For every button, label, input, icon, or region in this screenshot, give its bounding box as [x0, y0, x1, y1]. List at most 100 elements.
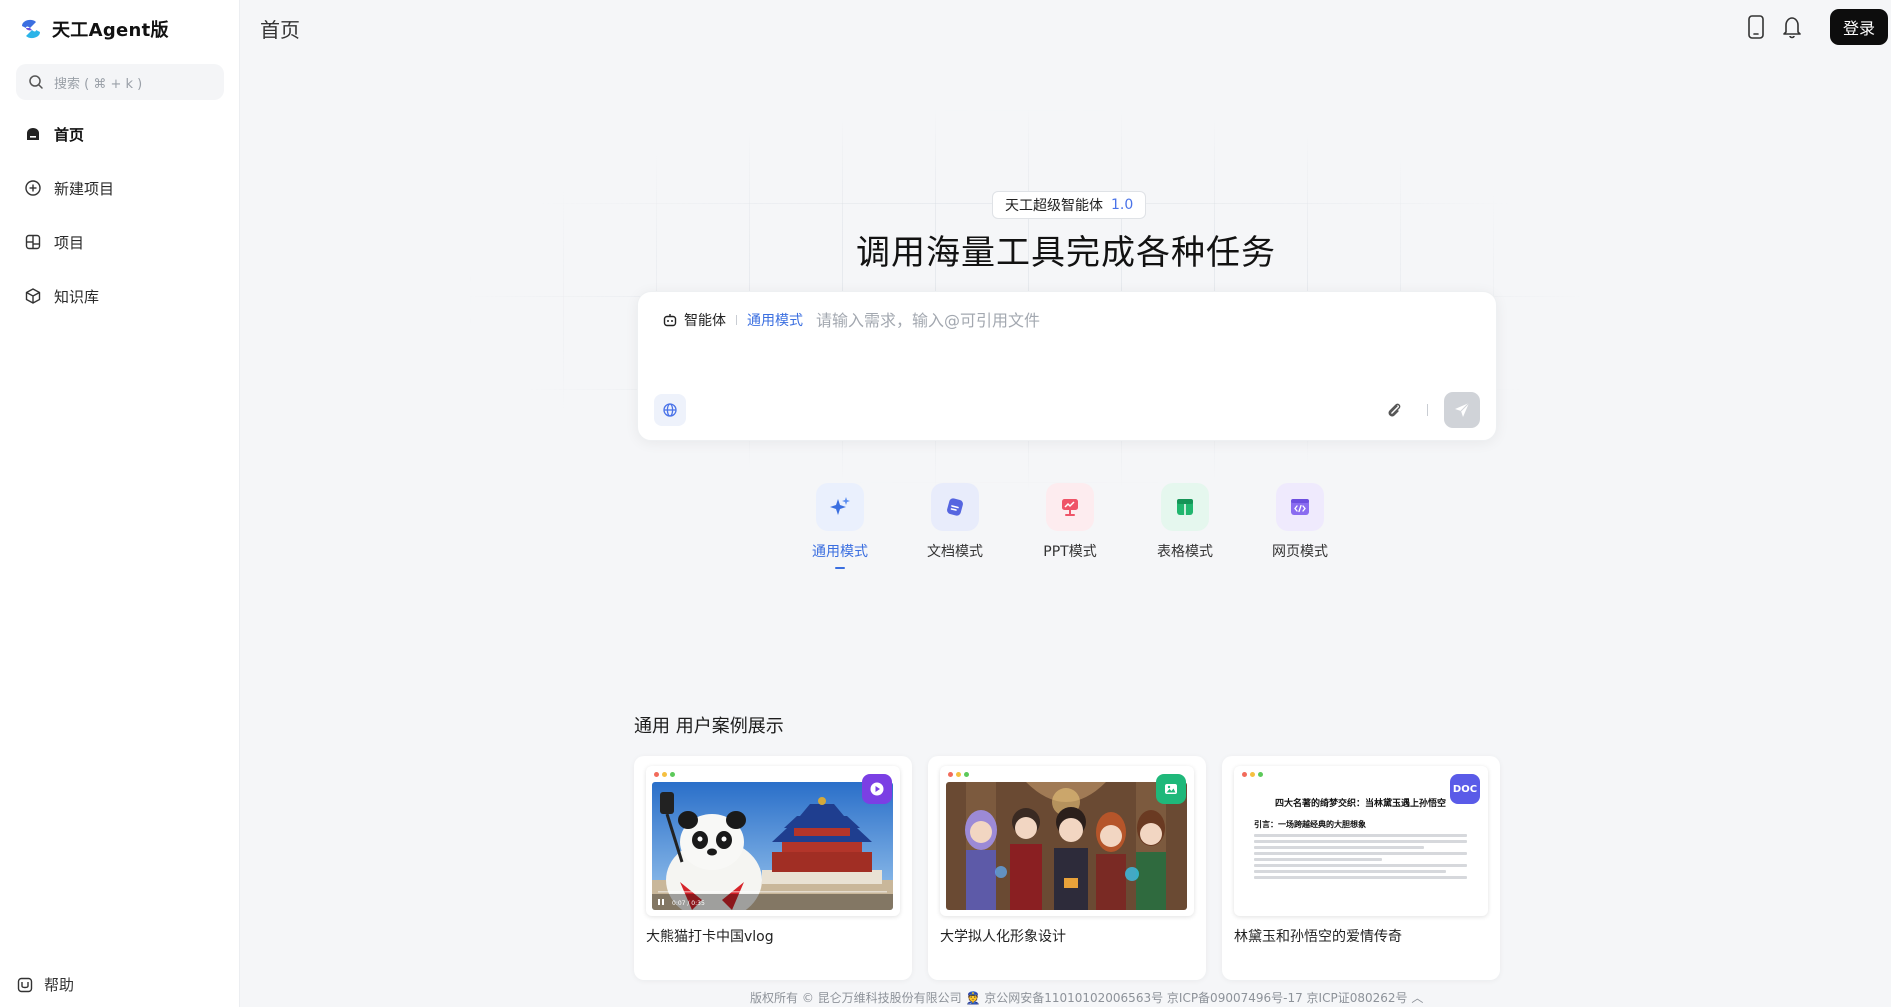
case-title: 大熊猫打卡中国vlog [646, 929, 774, 945]
doc-text-line [1254, 852, 1467, 855]
play-icon [870, 782, 884, 796]
attach-icon[interactable] [1384, 400, 1406, 422]
image-badge [1156, 774, 1186, 804]
case-card[interactable]: 大学拟人化形象设计 [928, 756, 1206, 980]
sidebar-item-label: 项目 [54, 233, 85, 252]
document-icon [947, 498, 963, 516]
cases-section-title: 通用 用户案例展示 [634, 716, 784, 737]
version-badge: 天工超级智能体 1.0 [992, 191, 1147, 219]
project-icon [25, 234, 41, 250]
doc-text-line [1254, 858, 1382, 861]
tab-ppt-mode[interactable]: PPT模式 [1030, 483, 1110, 569]
case-title: 林黛玉和孙悟空的爱情传奇 [1234, 929, 1402, 945]
help-link[interactable]: 帮助 [16, 974, 74, 995]
page-title: 首页 [260, 18, 300, 42]
code-window-icon [1291, 499, 1309, 515]
sidebar-item-new-project[interactable]: 新建项目 [14, 170, 226, 206]
agent-label: 智能体 [684, 313, 726, 329]
doc-page: 四大名著的绮梦交织：当林黛玉遇上孙悟空 引言：一场跨越经典的大胆想象 [1240, 782, 1481, 888]
send-icon [1455, 402, 1470, 417]
search-icon [29, 75, 43, 89]
video-time: 0:07 / 0:35 [672, 900, 705, 907]
brand[interactable]: 天工Agent版 [18, 16, 169, 42]
brand-logo-icon [22, 19, 40, 39]
characters-preview [946, 782, 1187, 910]
mode-icon-wrap [1046, 483, 1094, 531]
mode-label: 表格模式 [1157, 544, 1213, 560]
bell-icon[interactable] [1780, 14, 1804, 40]
mode-label: PPT模式 [1043, 544, 1097, 560]
mode-icon-wrap [1161, 483, 1209, 531]
web-search-toggle[interactable] [654, 394, 686, 426]
doc-text-line [1254, 846, 1425, 849]
case-card[interactable]: 四大名著的绮梦交织：当林黛玉遇上孙悟空 引言：一场跨越经典的大胆想象 DOC 林… [1222, 756, 1500, 980]
case-thumbnail: 四大名著的绮梦交织：当林黛玉遇上孙悟空 引言：一场跨越经典的大胆想象 DOC [1234, 766, 1488, 916]
sidebar-item-home[interactable]: 首页 [14, 116, 226, 152]
window-dots [654, 772, 675, 777]
sidebar: 天工Agent版 搜索 ( ⌘ + k ) 首页 新建项目 项目 知识库 帮助 [0, 0, 240, 1007]
sparkle-icon [830, 497, 850, 515]
tab-document-mode[interactable]: 文档模式 [915, 483, 995, 569]
hero-headline: 调用海量工具完成各种任务 [856, 233, 1276, 273]
agent-mode-selector[interactable]: 智能体 通用模式 [662, 310, 803, 330]
doc-badge: DOC [1450, 774, 1480, 804]
doc-title: 四大名著的绮梦交织：当林黛玉遇上孙悟空 [1274, 799, 1446, 809]
brand-name: 天工Agent版 [52, 20, 169, 41]
mobile-icon[interactable] [1744, 14, 1768, 40]
plus-circle-icon [25, 180, 41, 196]
case-cards: 0:07 / 0:35 大熊猫打卡中国vlog 大学拟人化形象设计 四大名著的绮… [634, 756, 1500, 980]
video-badge [862, 774, 892, 804]
doc-text-line [1254, 834, 1467, 837]
mode-label: 通用模式 [812, 544, 868, 560]
robot-icon [663, 314, 677, 327]
panda-video-preview: 0:07 / 0:35 [652, 782, 893, 910]
mode-label: 文档模式 [927, 544, 983, 560]
mode-divider [736, 315, 737, 325]
anime-characters-image [946, 782, 1187, 910]
doc-text-line [1254, 876, 1467, 879]
doc-badge-label: DOC [1452, 783, 1478, 795]
badge-version: 1.0 [1111, 197, 1134, 213]
help-label: 帮助 [44, 976, 75, 994]
search-input[interactable]: 搜索 ( ⌘ + k ) [16, 64, 224, 100]
badge-text: 天工超级智能体 [1005, 198, 1103, 214]
current-mode-label: 通用模式 [747, 313, 803, 329]
image-icon [1165, 784, 1177, 794]
footer-legal: 版权所有 © 昆仑万维科技股份有限公司 👮 京公网安备1101010200656… [750, 991, 1424, 1005]
doc-heading: 引言：一场跨越经典的大胆想象 [1254, 820, 1366, 829]
prompt-composer: 智能体 通用模式 [637, 291, 1497, 441]
doc-preview: 四大名著的绮梦交织：当林黛玉遇上孙悟空 引言：一场跨越经典的大胆想象 [1240, 782, 1481, 910]
presentation-icon [1062, 499, 1078, 516]
mode-icon-wrap [1276, 483, 1324, 531]
globe-icon [663, 403, 677, 417]
prompt-input[interactable] [816, 306, 1456, 334]
panda-temple-image: 0:07 / 0:35 [652, 782, 893, 910]
sidebar-item-label: 知识库 [54, 287, 100, 306]
tab-general-mode[interactable]: 通用模式 [800, 483, 880, 569]
doc-text-line [1254, 864, 1467, 867]
sidebar-item-label: 首页 [54, 125, 85, 144]
case-title: 大学拟人化形象设计 [940, 929, 1066, 945]
toolbar-divider [1427, 404, 1428, 416]
login-button[interactable]: 登录 [1830, 9, 1888, 45]
mode-label: 网页模式 [1272, 544, 1328, 560]
mode-icon-wrap [816, 483, 864, 531]
mode-tabs: 通用模式 文档模式 PPT模式 表格模式 网页模式 [800, 483, 1340, 569]
sidebar-item-knowledge-base[interactable]: 知识库 [14, 278, 226, 314]
window-dots [1242, 772, 1263, 777]
window-dots [948, 772, 969, 777]
sidebar-nav: 首页 新建项目 项目 知识库 [14, 116, 226, 332]
home-icon [27, 128, 39, 140]
doc-text-line [1254, 870, 1446, 873]
case-card[interactable]: 0:07 / 0:35 大熊猫打卡中国vlog [634, 756, 912, 980]
tab-table-mode[interactable]: 表格模式 [1145, 483, 1225, 569]
sidebar-item-label: 新建项目 [54, 179, 115, 198]
active-indicator [835, 567, 845, 569]
doc-text-line [1254, 840, 1467, 843]
case-thumbnail: 0:07 / 0:35 [646, 766, 900, 916]
search-placeholder: 搜索 ( ⌘ + k ) [54, 76, 143, 92]
sidebar-item-projects[interactable]: 项目 [14, 224, 226, 260]
send-button[interactable] [1444, 392, 1480, 428]
case-thumbnail [940, 766, 1194, 916]
tab-web-mode[interactable]: 网页模式 [1260, 483, 1340, 569]
